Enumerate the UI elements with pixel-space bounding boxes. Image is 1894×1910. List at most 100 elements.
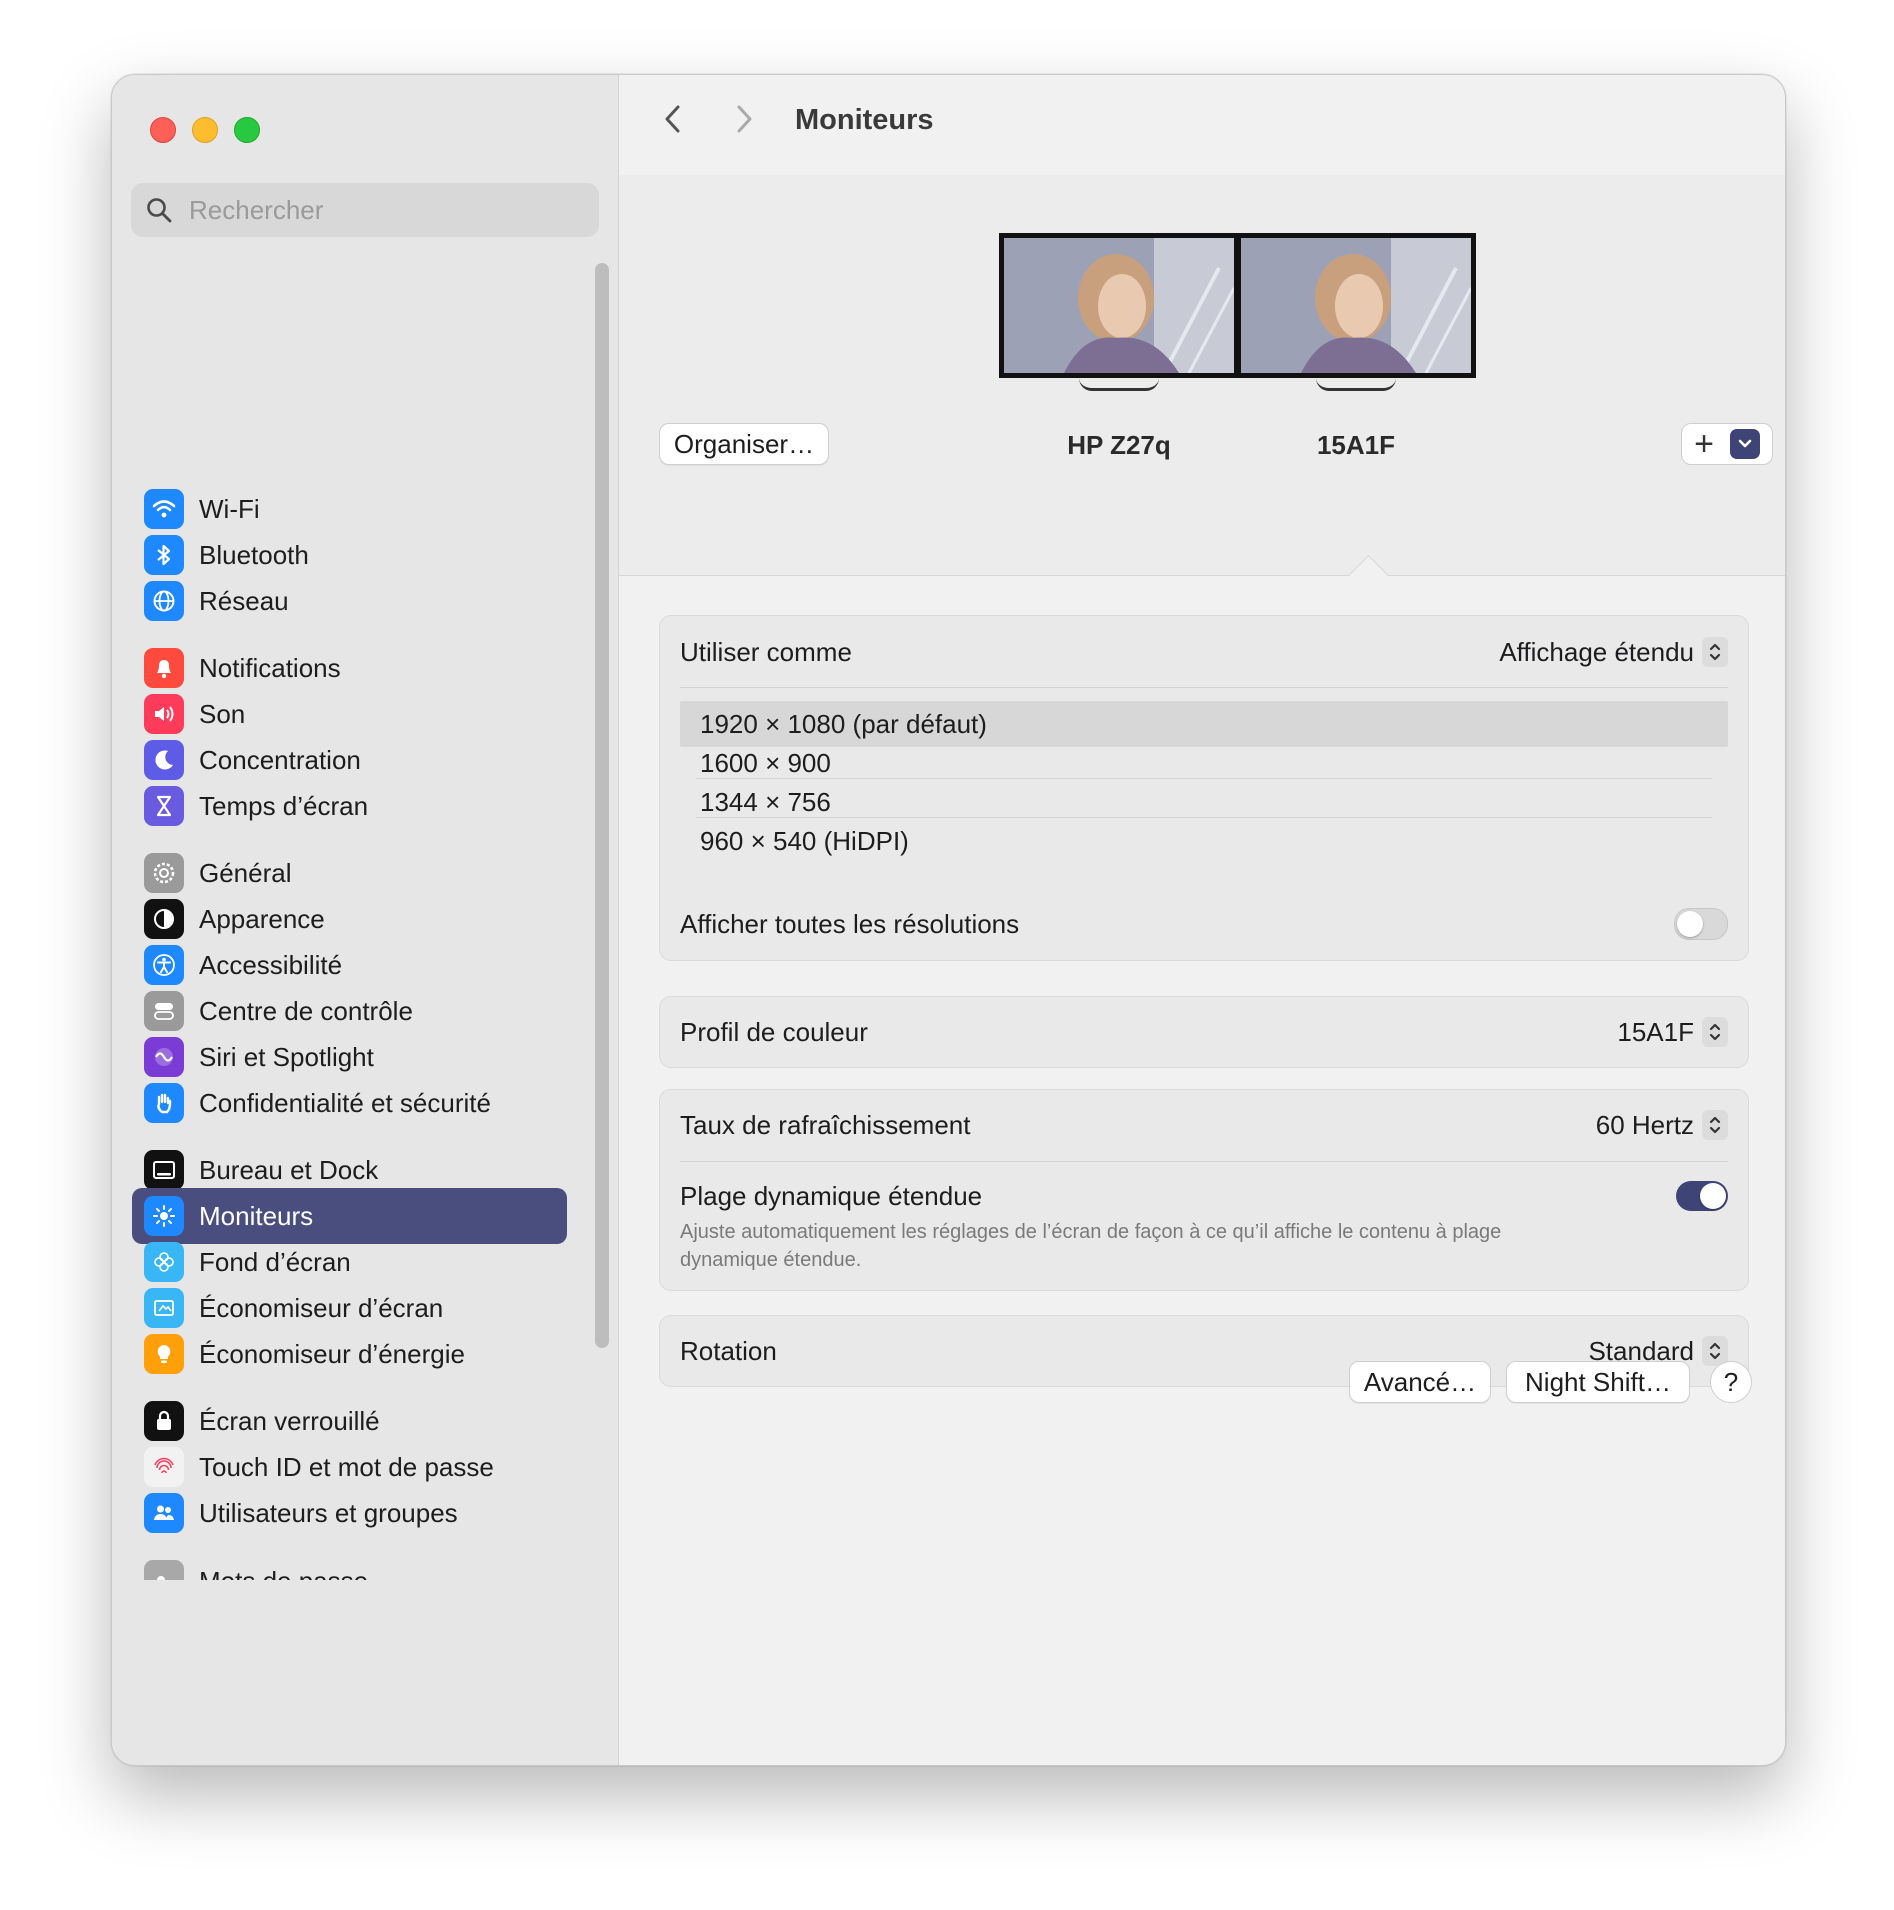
forward-button[interactable]	[724, 99, 764, 139]
sidebar-item-label: Apparence	[199, 903, 325, 934]
sidebar-item-label: Moniteurs	[199, 1200, 314, 1231]
monitor-label-hp-z27q: HP Z27q	[1067, 430, 1171, 460]
chevron-right-icon	[737, 105, 752, 133]
sidebar-item-label: Bureau et Dock	[199, 1154, 379, 1185]
back-button[interactable]	[653, 99, 693, 139]
zoom-button[interactable]	[234, 117, 260, 143]
sidebar-scrollbar[interactable]	[595, 263, 609, 1348]
color-profile-popup[interactable]: 15A1F	[1617, 1017, 1728, 1048]
accessibility-icon	[144, 945, 184, 985]
sidebar: Wi-Fi Bluetooth Réseau Notifications Son Conc…	[112, 75, 619, 1765]
show-all-resolutions-row: Afficher toutes les résolutions	[680, 904, 1728, 944]
updown-chevron-icon	[1702, 1017, 1728, 1047]
bulb-icon	[144, 1334, 184, 1374]
search-field[interactable]	[131, 183, 599, 237]
use-as-label: Utiliser comme	[680, 636, 852, 667]
resolution-card: Utiliser comme Affichage étendu 1920 × 1…	[659, 615, 1749, 961]
sidebar-item-label: Concentration	[199, 744, 361, 775]
sidebar-item-label: Général	[199, 857, 292, 888]
use-as-row: Utiliser comme Affichage étendu	[680, 629, 1728, 675]
page-title: Moniteurs	[795, 104, 934, 136]
settings-window: Wi-Fi Bluetooth Réseau Notifications Son Conc…	[111, 74, 1786, 1766]
hand-icon	[144, 1083, 184, 1123]
sidebar-item-label: Fond d’écran	[199, 1246, 351, 1277]
sidebar-item-label: Réseau	[199, 585, 289, 616]
divider	[680, 687, 1728, 688]
sidebar-item-label: Accessibilité	[199, 949, 343, 980]
monitor-stand	[1316, 378, 1396, 391]
hdr-row: Plage dynamique étendue	[680, 1176, 1728, 1216]
help-button[interactable]: ?	[1710, 1361, 1752, 1403]
monitor-screen-wallpaper	[1236, 233, 1476, 378]
brightness-icon	[144, 1196, 184, 1236]
hdr-toggle[interactable]	[1676, 1181, 1728, 1211]
moon-icon	[144, 740, 184, 780]
sidebar-item-mots-de-passe[interactable]: Mots de passe	[132, 1552, 567, 1580]
minimize-button[interactable]	[192, 117, 218, 143]
sidebar-item-label: Notifications	[199, 652, 341, 683]
sidebar-item-conomiseur-d-nergie[interactable]: Économiseur d’énergie	[132, 1326, 567, 1382]
rotation-label: Rotation	[680, 1335, 777, 1366]
sidebar-item-r-seau[interactable]: Réseau	[132, 573, 567, 629]
refresh-rate-value: 60 Hertz	[1595, 1109, 1694, 1140]
sidebar-item-label: Touch ID et mot de passe	[199, 1451, 494, 1482]
monitor-15a1f[interactable]	[1236, 233, 1476, 405]
hdr-label: Plage dynamique étendue	[680, 1180, 983, 1211]
lock-icon	[144, 1401, 184, 1441]
chevron-down-icon	[1738, 439, 1752, 448]
sidebar-item-label: Wi-Fi	[199, 493, 260, 524]
resolution-option[interactable]: 960 × 540 (HiDPI)	[680, 818, 1728, 864]
night-shift-button[interactable]: Night Shift…	[1506, 1361, 1690, 1403]
sidebar-item-label: Centre de contrôle	[199, 995, 413, 1026]
sidebar-item-label: Mots de passe	[199, 1552, 368, 1580]
siri-icon	[144, 1037, 184, 1077]
sidebar-item-utilisateurs-et-groupes[interactable]: Utilisateurs et groupes	[132, 1485, 567, 1541]
show-all-resolutions-label: Afficher toutes les résolutions	[680, 908, 1020, 939]
control-center-icon	[144, 991, 184, 1031]
dock-icon	[144, 1150, 184, 1190]
close-button[interactable]	[150, 117, 176, 143]
divider	[696, 778, 1712, 779]
sidebar-item-confidentialit-et-s-curit[interactable]: Confidentialité et sécurité	[132, 1075, 567, 1131]
sidebar-item-label: Bluetooth	[199, 539, 309, 570]
flower-icon	[144, 1242, 184, 1282]
monitor-screen-wallpaper	[999, 233, 1239, 378]
main-panel: Moniteurs HP Z27q 15A1F Organiser… + Uti…	[619, 75, 1785, 1765]
monitor-hp-z27q[interactable]	[999, 233, 1239, 405]
add-display-dropdown[interactable]	[1730, 429, 1760, 459]
monitor-label-15a1f: 15A1F	[1316, 430, 1396, 460]
screensaver-icon	[144, 1288, 184, 1328]
color-profile-row: Profil de couleur 15A1F	[680, 1009, 1728, 1055]
wifi-icon	[144, 489, 184, 529]
updown-chevron-icon	[1702, 637, 1728, 667]
chevron-left-icon	[665, 105, 680, 133]
toolbar: Moniteurs	[619, 75, 1785, 175]
search-input[interactable]	[187, 193, 571, 227]
divider	[696, 817, 1712, 818]
divider	[680, 1161, 1728, 1162]
sidebar-item-label: Siri et Spotlight	[199, 1041, 374, 1072]
sidebar-item-label: Utilisateurs et groupes	[199, 1497, 458, 1528]
portrait-wallpaper-image	[1241, 238, 1471, 373]
sidebar-item-label: Temps d’écran	[199, 790, 369, 821]
arrange-button[interactable]: Organiser…	[659, 423, 829, 465]
refresh-hdr-card: Taux de rafraîchissement 60 Hertz Plage …	[659, 1089, 1749, 1291]
fingerprint-icon	[144, 1447, 184, 1487]
color-profile-label: Profil de couleur	[680, 1016, 868, 1047]
add-display-button[interactable]: +	[1682, 424, 1726, 464]
advanced-button[interactable]: Avancé…	[1349, 1361, 1491, 1403]
add-display-control[interactable]: +	[1681, 423, 1773, 465]
show-all-resolutions-toggle[interactable]	[1674, 908, 1728, 940]
appearance-icon	[144, 899, 184, 939]
sidebar-item-temps-d-cran[interactable]: Temps d’écran	[132, 778, 567, 834]
users-icon	[144, 1493, 184, 1533]
refresh-rate-row: Taux de rafraîchissement 60 Hertz	[680, 1102, 1728, 1148]
window-controls	[150, 117, 260, 143]
hourglass-icon	[144, 786, 184, 826]
use-as-popup[interactable]: Affichage étendu	[1499, 637, 1728, 668]
sidebar-item-label: Écran verrouillé	[199, 1405, 380, 1436]
updown-chevron-icon	[1702, 1110, 1728, 1140]
hdr-description: Ajuste automatiquement les réglages de l…	[680, 1221, 1502, 1271]
gear-icon	[144, 853, 184, 893]
refresh-rate-popup[interactable]: 60 Hertz	[1596, 1110, 1728, 1141]
